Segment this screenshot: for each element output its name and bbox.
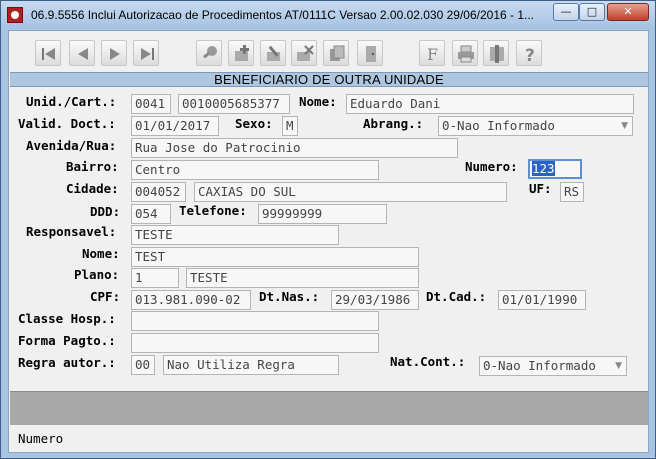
sexo-field[interactable]: M: [282, 116, 298, 136]
delete-record-icon[interactable]: [291, 40, 317, 66]
classe-hosp-label: Classe Hosp.:: [18, 311, 116, 326]
bairro-label: Bairro:: [66, 159, 119, 174]
client-area: F ? BENEFICIARIO DE OUTRA UNIDADE Unid./…: [8, 30, 649, 453]
nome2-field[interactable]: TEST: [131, 247, 419, 267]
help-icon[interactable]: ?: [516, 40, 542, 66]
dtcad-field[interactable]: 01/01/1990: [498, 290, 586, 310]
cart-field[interactable]: 0010005685377: [178, 94, 290, 114]
toolbar: F ?: [9, 31, 648, 73]
ddd-field[interactable]: 054: [131, 204, 171, 224]
edit-record-icon[interactable]: [260, 40, 286, 66]
cpf-field[interactable]: 013.981.090-02: [131, 290, 251, 310]
copy-record-icon[interactable]: [323, 40, 349, 66]
app-window: 06.9.5556 Inclui Autorizacao de Procedim…: [0, 0, 656, 459]
cidade-label: Cidade:: [66, 181, 119, 196]
window-title: 06.9.5556 Inclui Autorizacao de Procedim…: [31, 8, 535, 22]
minimize-button[interactable]: —: [553, 3, 579, 21]
sexo-label: Sexo:: [235, 116, 273, 131]
title-bar[interactable]: 06.9.5556 Inclui Autorizacao de Procedim…: [1, 1, 655, 29]
valid-doct-label: Valid. Doct.:: [18, 116, 116, 131]
section-header: BENEFICIARIO DE OUTRA UNIDADE: [10, 72, 648, 87]
close-button[interactable]: ✕: [607, 3, 649, 21]
next-record-icon[interactable]: [101, 40, 127, 66]
telefone-field[interactable]: 99999999: [258, 204, 387, 224]
add-record-icon[interactable]: [228, 40, 254, 66]
avenida-label: Avenida/Rua:: [26, 138, 117, 153]
classe-hosp-field[interactable]: [131, 311, 379, 331]
numero-label: Numero:: [465, 159, 518, 174]
responsavel-field[interactable]: TESTE: [131, 225, 339, 245]
app-icon: [7, 7, 23, 23]
plano-field[interactable]: TESTE: [186, 268, 419, 288]
numero-field-value: 123: [532, 161, 555, 176]
valid-doct-field[interactable]: 01/01/2017: [131, 116, 219, 136]
last-record-icon[interactable]: [133, 40, 159, 66]
plano-code-field[interactable]: 1: [131, 268, 179, 288]
search-key-icon[interactable]: [196, 40, 222, 66]
cpf-label: CPF:: [90, 289, 121, 304]
cidade-field[interactable]: CAXIAS DO SUL: [194, 182, 507, 202]
regra-autor-label: Regra autor.:: [18, 355, 116, 370]
plano-label: Plano:: [74, 267, 120, 282]
regra-field[interactable]: Nao Utiliza Regra: [163, 355, 339, 375]
first-record-icon[interactable]: [35, 40, 61, 66]
numero-field[interactable]: 123: [528, 159, 582, 179]
beneficiary-form: Unid./Cart.: 0041 0010005685377 Nome: Ed…: [9, 88, 648, 391]
uf-field[interactable]: RS: [560, 182, 584, 202]
forma-pagto-field[interactable]: [131, 333, 379, 353]
exit-door-icon[interactable]: [357, 40, 383, 66]
natcont-select[interactable]: 0-Nao Informado ▼: [479, 356, 627, 376]
status-bar: Numero: [10, 426, 648, 452]
cidade-code-field[interactable]: 004052: [131, 182, 186, 202]
dtnas-field[interactable]: 29/03/1986: [331, 290, 419, 310]
natcont-label: Nat.Cont.:: [390, 354, 466, 369]
responsavel-label: Responsavel:: [26, 224, 117, 239]
filter-icon[interactable]: F: [419, 40, 445, 66]
uf-label: UF:: [529, 181, 552, 196]
nome2-label: Nome:: [82, 246, 120, 261]
dtcad-label: Dt.Cad.:: [426, 289, 487, 304]
chevron-down-icon: ▼: [615, 361, 622, 371]
maximize-button[interactable]: □: [579, 3, 605, 21]
telefone-label: Telefone:: [179, 203, 247, 218]
button-area: [10, 391, 648, 425]
svg-text:?: ?: [525, 46, 535, 64]
natcont-select-value: 0-Nao Informado: [483, 358, 596, 373]
abrang-label: Abrang.:: [363, 116, 424, 131]
abrang-select[interactable]: 0-Nao Informado ▼: [438, 116, 633, 136]
ddd-label: DDD:: [90, 204, 121, 219]
previous-record-icon[interactable]: [69, 40, 95, 66]
dtnas-label: Dt.Nas.:: [259, 289, 320, 304]
forma-pagto-label: Forma Pagto.:: [18, 333, 116, 348]
unid-field[interactable]: 0041: [131, 94, 171, 114]
chevron-down-icon: ▼: [621, 121, 628, 131]
nome-field[interactable]: Eduardo Dani: [346, 94, 634, 114]
unid-cart-label: Unid./Cart.:: [26, 94, 117, 109]
svg-text:F: F: [427, 45, 438, 64]
print-icon[interactable]: [452, 40, 478, 66]
abrang-select-value: 0-Nao Informado: [442, 118, 555, 133]
avenida-field[interactable]: Rua Jose do Patrocinio: [131, 138, 458, 158]
utilities-icon[interactable]: [483, 40, 509, 66]
regra-code-field[interactable]: 00: [131, 355, 155, 375]
bairro-field[interactable]: Centro: [131, 160, 379, 180]
nome-label: Nome:: [299, 94, 337, 109]
